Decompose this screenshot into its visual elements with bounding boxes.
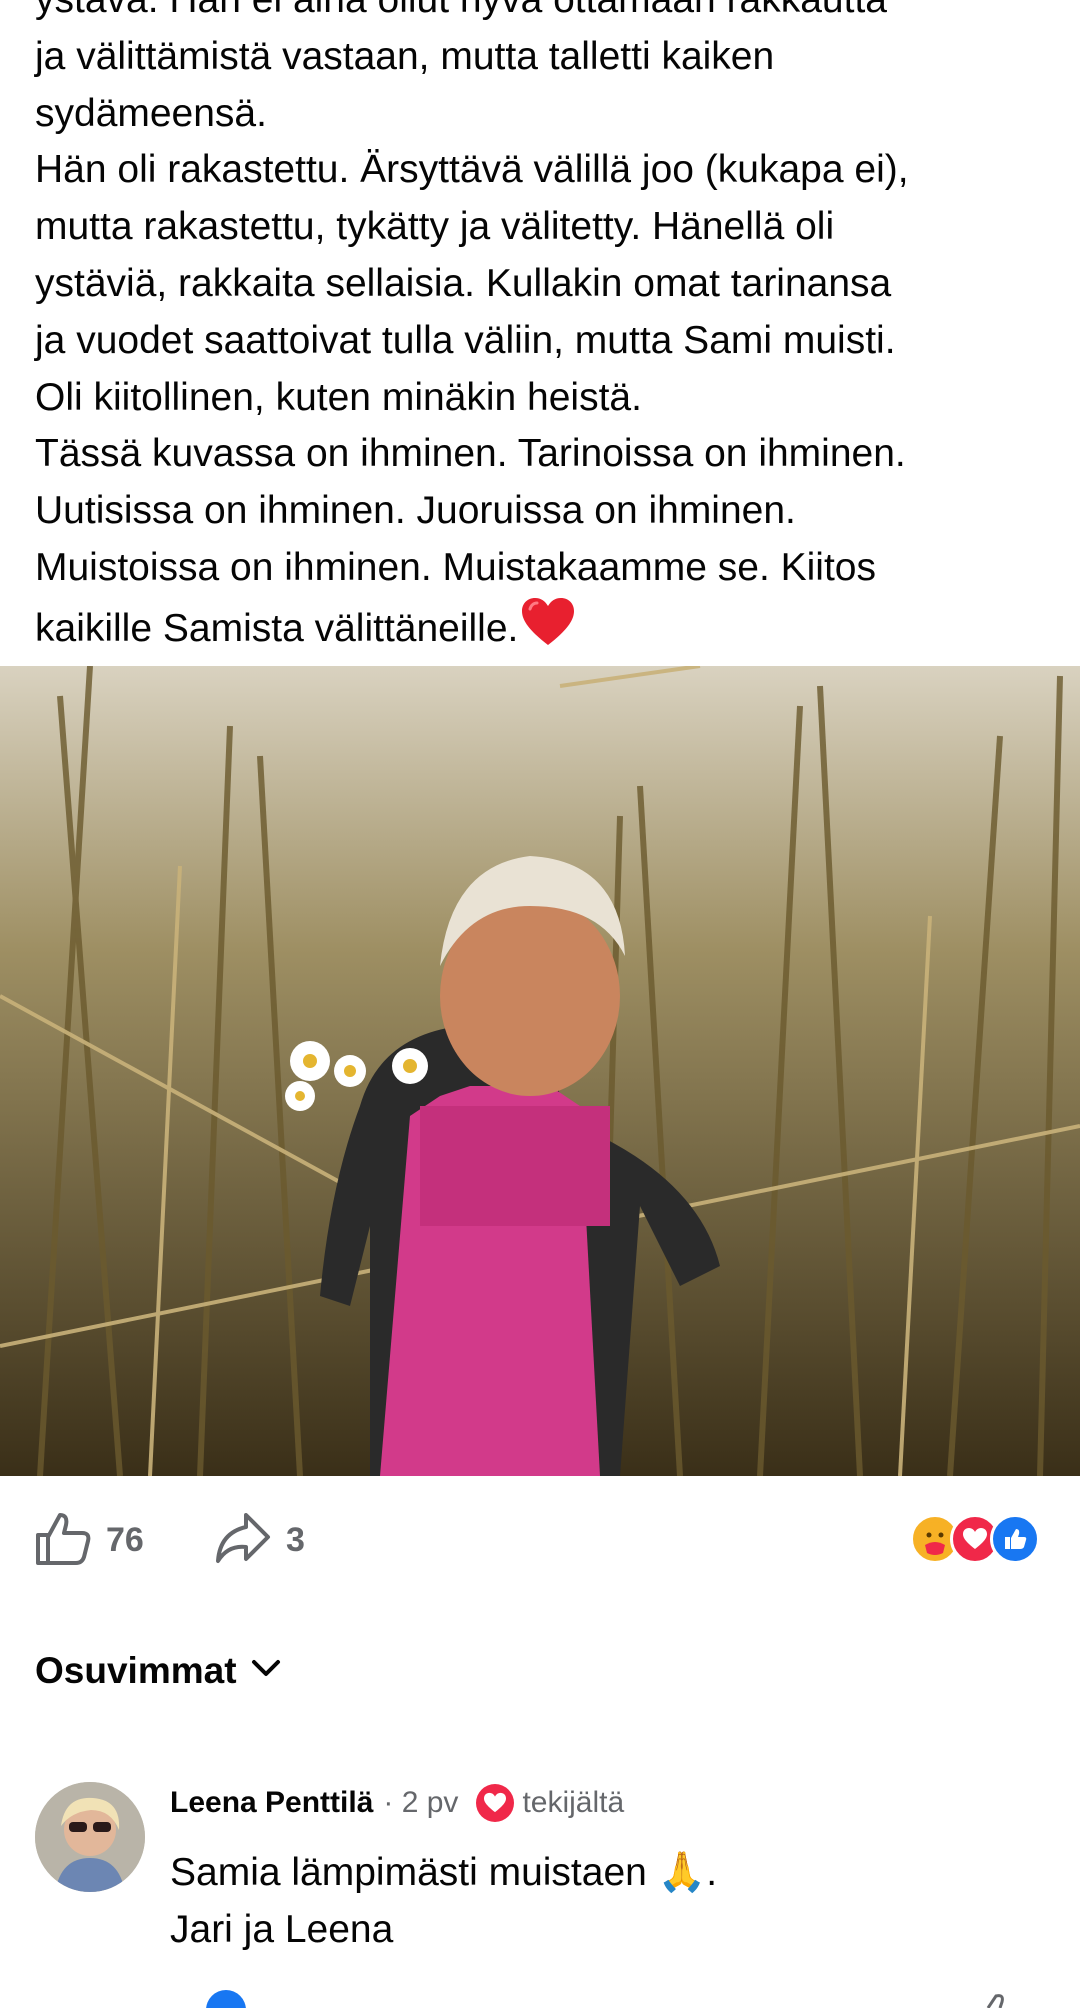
child-in-wheat-field-image <box>0 666 1080 1476</box>
comment-author[interactable]: Leena Penttilä <box>170 1786 373 1820</box>
share-count: 3 <box>286 1520 305 1559</box>
chevron-down-icon <box>251 1659 281 1684</box>
folded-hands-icon: 🙏 <box>657 1851 707 1894</box>
post-actions-bar: 76 3 <box>0 1500 1080 1580</box>
sort-label: Osuvimmat <box>35 1650 237 1691</box>
post-line: Uutisissa on ihminen. Juoruissa on ihmin… <box>35 489 796 533</box>
comment-timestamp[interactable]: · 2 pv <box>383 1786 458 1820</box>
heart-badge-icon <box>476 1784 515 1822</box>
thumbs-up-outline-icon <box>34 1509 92 1572</box>
like-reaction-icon <box>990 1514 1040 1564</box>
like-count: 76 <box>106 1520 144 1559</box>
comment-line: Samia lämpimästi muistaen 🙏. <box>170 1844 717 1901</box>
comment-sort-dropdown[interactable]: Osuvimmat <box>35 1650 281 1692</box>
like-reaction-icon <box>206 1990 246 2013</box>
comment-line: Jari ja Leena <box>170 1908 394 1951</box>
share-arrow-icon <box>214 1509 272 1572</box>
post-line: ja vuodet saattoivat tulla väliin, mutta… <box>35 318 896 362</box>
red-heart-icon <box>520 597 576 664</box>
post-line: Hän oli rakastettu. Ärsyttävä välillä jo… <box>35 148 909 192</box>
thumbs-up-outline-icon <box>986 1994 1004 2009</box>
comment-header: Leena Penttilä · 2 pv tekijältä <box>170 1778 624 1828</box>
avatar[interactable] <box>35 1782 145 1892</box>
comment-footer-peek <box>0 1988 1080 2013</box>
post-line: kaikille Samista välittäneille. <box>35 606 519 650</box>
badge-label: tekijältä <box>522 1786 625 1819</box>
post-line: sydämeensä. <box>35 91 267 135</box>
post-photo[interactable] <box>0 666 1080 1476</box>
comment-text: Samia lämpimästi muistaen <box>170 1851 647 1894</box>
comment-body: Samia lämpimästi muistaen 🙏. Jari ja Lee… <box>170 1844 717 1958</box>
comment-text-end: . <box>706 1851 718 1894</box>
author-badge: tekijältä <box>476 1784 624 1822</box>
post-text: ystävä. Hän ei aina ollut hyvä ottamaan … <box>35 0 1055 664</box>
post-line: Oli kiitollinen, kuten minäkin heistä. <box>35 375 642 419</box>
reaction-summary[interactable] <box>910 1514 1040 1564</box>
post-line-last: kaikille Samista välittäneille. <box>35 597 1055 664</box>
share-button[interactable]: 3 <box>214 1510 305 1570</box>
post-line: ja välittämistä vastaan, mutta talletti … <box>35 34 775 78</box>
post-line: Tässä kuvassa on ihminen. Tarinoissa on … <box>35 432 906 476</box>
post-line: ystäviä, rakkaita sellaisia. Kullakin om… <box>35 261 892 305</box>
like-button[interactable]: 76 <box>34 1510 144 1570</box>
post-line: ystävä. Hän ei aina ollut hyvä ottamaan … <box>35 0 1055 29</box>
post-line: mutta rakastettu, tykätty ja välitetty. … <box>35 205 835 249</box>
post-line: Muistoissa on ihminen. Muistakaamme se. … <box>35 545 876 589</box>
